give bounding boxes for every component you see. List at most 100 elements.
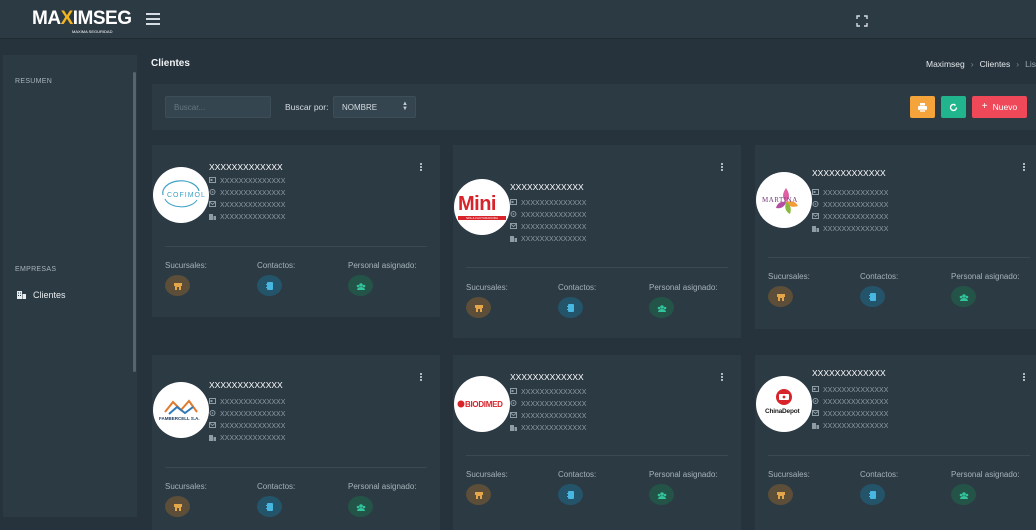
print-icon (918, 102, 927, 112)
search-input[interactable] (165, 96, 271, 118)
sidebar-item-clientes[interactable]: Clientes (17, 288, 66, 302)
personal-button[interactable] (348, 496, 373, 517)
client-card[interactable]: MARTINA XXXXXXXXXXXXX XXXXXXXXXXXXXX XXX… (755, 145, 1036, 329)
client-card[interactable]: FAMBERCELL S.A. XXXXXXXXXXXXX XXXXXXXXXX… (152, 355, 440, 530)
client-logo: FAMBERCELL S.A. (153, 382, 209, 438)
sidebar-scrollbar[interactable] (133, 72, 136, 372)
stat-personal: Personal asignado: (649, 283, 718, 318)
store-icon (776, 288, 785, 306)
envelope-icon (209, 422, 216, 430)
client-address: XXXXXXXXXXXXXX (521, 400, 587, 408)
print-button[interactable] (910, 96, 935, 118)
users-icon (356, 277, 366, 295)
refresh-button[interactable] (941, 96, 966, 118)
client-email: XXXXXXXXXXXXXX (220, 201, 286, 209)
store-icon (474, 486, 483, 504)
info-row: XXXXXXXXXXXXXX (209, 199, 285, 211)
address-book-icon (567, 486, 574, 504)
client-logo: ChinaDepot (756, 376, 812, 432)
contactos-button[interactable] (558, 297, 583, 318)
building-icon (209, 434, 216, 443)
stat-contactos: Contactos: (257, 482, 295, 517)
contactos-button[interactable] (558, 484, 583, 505)
client-logo-text: COFIMOL (167, 192, 206, 199)
breadcrumb-home[interactable]: Maximseg (926, 59, 965, 69)
stat-sucursales: Sucursales: (768, 470, 810, 505)
info-row: XXXXXXXXXXXXXX (812, 211, 888, 223)
contactos-button[interactable] (860, 484, 885, 505)
sucursales-button[interactable] (165, 275, 190, 296)
client-email: XXXXXXXXXXXXXX (521, 412, 587, 420)
contactos-button[interactable] (257, 496, 282, 517)
client-name: XXXXXXXXXXXXX (510, 372, 584, 382)
personal-button[interactable] (649, 484, 674, 505)
personal-button[interactable] (951, 286, 976, 307)
stat-label: Sucursales: (466, 283, 508, 292)
sidebar-heading-empresas: EMPRESAS (15, 266, 57, 273)
sucursales-button[interactable] (466, 297, 491, 318)
breadcrumb-clientes[interactable]: Clientes (980, 59, 1011, 69)
store-icon (173, 277, 182, 295)
client-name: XXXXXXXXXXXXX (812, 368, 886, 378)
stat-label: Contactos: (257, 482, 296, 491)
page-title: Clientes (151, 58, 190, 69)
client-address: XXXXXXXXXXXXXX (521, 211, 587, 219)
client-card[interactable]: BIODIMED XXXXXXXXXXXXX XXXXXXXXXXXXXX XX… (453, 355, 741, 530)
maximseg-logo[interactable]: MAXIMSEG MAXIMA SEGURIDAD (32, 4, 132, 36)
stat-label: Personal asignado: (649, 283, 718, 292)
contactos-button[interactable] (860, 286, 885, 307)
new-client-button[interactable]: + Nuevo (972, 96, 1027, 118)
personal-button[interactable] (348, 275, 373, 296)
info-row: XXXXXXXXXXXXXX (812, 199, 888, 211)
location-icon (510, 210, 517, 220)
more-options-icon[interactable] (720, 163, 724, 173)
stat-label: Contactos: (860, 470, 899, 479)
more-options-icon[interactable] (419, 373, 423, 383)
card-divider (165, 467, 427, 468)
client-company: XXXXXXXXXXXXXX (521, 424, 587, 432)
client-name: XXXXXXXXXXXXX (812, 168, 886, 178)
sucursales-button[interactable] (466, 484, 491, 505)
stat-label: Sucursales: (768, 470, 810, 479)
client-company: XXXXXXXXXXXXXX (823, 225, 889, 233)
menu-toggle-icon[interactable] (146, 13, 160, 25)
client-info-list: XXXXXXXXXXXXXX XXXXXXXXXXXXXX XXXXXXXXXX… (209, 396, 285, 444)
client-logo-text: MARTINA (762, 196, 798, 204)
client-company: XXXXXXXXXXXXXX (823, 422, 889, 430)
client-card[interactable]: COFIMOL XXXXXXXXXXXXX XXXXXXXXXXXXXX XXX… (152, 145, 440, 317)
client-card[interactable]: Mini SPA & FACTURADORA XXXXXXXXXXXXX XXX… (453, 145, 741, 338)
users-icon (959, 288, 969, 306)
more-options-icon[interactable] (1022, 163, 1026, 173)
client-address: XXXXXXXXXXXXXX (220, 410, 286, 418)
more-options-icon[interactable] (1022, 373, 1026, 383)
stat-personal: Personal asignado: (951, 272, 1020, 307)
fullscreen-icon[interactable] (856, 14, 868, 27)
contactos-button[interactable] (257, 275, 282, 296)
search-by-select[interactable]: NOMBRE ▲ ▼ (333, 96, 416, 118)
logo-tagline: MAXIMA SEGURIDAD (72, 29, 113, 34)
more-options-icon[interactable] (419, 163, 423, 173)
stat-contactos: Contactos: (257, 261, 295, 296)
building-icon (510, 235, 517, 244)
stat-label: Personal asignado: (649, 470, 718, 479)
envelope-icon (510, 223, 517, 231)
sucursales-button[interactable] (768, 286, 793, 307)
info-row: XXXXXXXXXXXXXX (812, 187, 888, 199)
search-toolbar: Buscar por: NOMBRE ▲▼ + Nuevo (152, 84, 1036, 130)
info-row: XXXXXXXXXXXXXX (812, 396, 888, 408)
breadcrumb-separator: › (1016, 59, 1020, 69)
sucursales-button[interactable] (165, 496, 190, 517)
stat-sucursales: Sucursales: (466, 283, 508, 318)
personal-button[interactable] (951, 484, 976, 505)
logo-wordmark: MAXIMSEG (32, 8, 132, 29)
stat-label: Contactos: (860, 272, 899, 281)
sucursales-button[interactable] (768, 484, 793, 505)
stat-label: Contactos: (257, 261, 296, 270)
client-logo-subtext: SPA & FACTURADORA (458, 216, 506, 220)
client-card[interactable]: ChinaDepot XXXXXXXXXXXXX XXXXXXXXXXXXXX … (755, 355, 1036, 530)
personal-button[interactable] (649, 297, 674, 318)
refresh-icon (949, 103, 958, 111)
stat-personal: Personal asignado: (649, 470, 718, 505)
id-card-icon (812, 386, 819, 394)
more-options-icon[interactable] (720, 373, 724, 383)
